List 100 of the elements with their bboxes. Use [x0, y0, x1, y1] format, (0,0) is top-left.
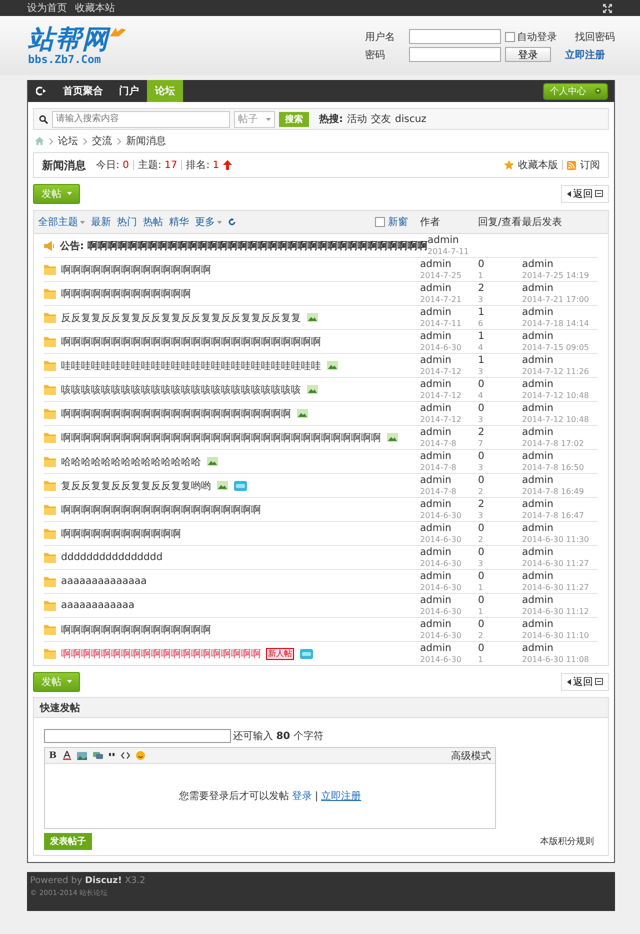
link-icon[interactable]	[92, 752, 103, 759]
last-poster[interactable]: admin	[522, 306, 554, 318]
editor[interactable]: B 高级模式 您需要登录后才可以发帖 登录 | 立即注册	[44, 747, 496, 829]
credit-rules-link[interactable]: 本版积分规则	[540, 835, 594, 848]
thread-title[interactable]: 啊啊啊啊啊啊啊啊啊啊啊啊啊啊啊啊啊啊啊啊	[61, 646, 261, 660]
image-icon[interactable]	[76, 752, 87, 760]
smiley-icon[interactable]	[136, 751, 145, 760]
nav-tab[interactable]: 门户	[111, 80, 147, 102]
author-name[interactable]: admin	[420, 546, 452, 558]
last-poster[interactable]: admin	[522, 378, 554, 390]
author-name[interactable]: admin	[420, 426, 452, 438]
last-poster[interactable]: admin	[522, 522, 554, 534]
username-field[interactable]	[409, 29, 501, 44]
post-date: 2014-6-30	[420, 582, 462, 592]
login-link[interactable]: 登录	[292, 789, 312, 803]
filter-link[interactable]: 更多	[195, 215, 222, 229]
thread-title[interactable]: 啊啊啊啊啊啊啊啊啊啊啊啊啊啊啊	[61, 622, 211, 636]
author-name[interactable]: admin	[420, 354, 452, 366]
author-name[interactable]: admin	[420, 378, 452, 390]
back-button[interactable]: 返回	[561, 184, 609, 202]
author-name[interactable]: admin	[420, 450, 452, 462]
register-link[interactable]: 立即注册	[321, 789, 362, 803]
top-link[interactable]: 设为首页	[27, 1, 67, 15]
announcement-title[interactable]: 公告: 啊啊啊啊啊啊啊啊啊啊啊啊啊啊啊啊啊啊啊啊啊啊啊啊啊啊啊啊啊啊啊啊啊啊	[60, 238, 428, 252]
quote-icon[interactable]	[108, 753, 115, 758]
thread-title[interactable]: aaaaaaaaaaaa	[61, 600, 135, 611]
search-field[interactable]: 请输入搜索内容	[52, 110, 230, 128]
filter-link[interactable]: 热门	[117, 215, 137, 229]
auto-login-checkbox[interactable]	[505, 32, 515, 42]
last-poster[interactable]: admin	[522, 450, 554, 462]
hot-search-link[interactable]: 交友	[371, 112, 391, 126]
author-name[interactable]: admin	[420, 618, 452, 630]
last-poster[interactable]: admin	[522, 330, 554, 342]
author-name[interactable]: admin	[420, 306, 452, 318]
filter-link[interactable]: 热帖	[143, 215, 163, 229]
thread-title[interactable]: 啊啊啊啊啊啊啊啊啊啊啊啊啊啊啊啊啊啊啊啊啊啊啊啊啊啊	[61, 334, 321, 348]
refresh-icon[interactable]	[228, 218, 236, 226]
author-name[interactable]: admin	[420, 402, 452, 414]
power-icon[interactable]	[36, 86, 47, 96]
thread-title[interactable]: dddddddddddddddd	[61, 552, 163, 563]
favorite-link[interactable]: 收藏本版	[518, 158, 558, 172]
thread-title[interactable]: 啊啊啊啊啊啊啊啊啊啊啊啊啊啊啊啊啊啊啊啊啊啊啊	[61, 406, 291, 420]
author-name[interactable]: admin	[420, 642, 452, 654]
author-name[interactable]: admin	[420, 570, 452, 582]
author-name[interactable]: admin	[420, 258, 452, 270]
thread-title[interactable]: 啊啊啊啊啊啊啊啊啊啊啊啊啊啊啊啊啊啊啊啊	[61, 502, 261, 516]
author-name[interactable]: admin	[420, 474, 452, 486]
thread-title[interactable]: 咳咳咳咳咳咳咳咳咳咳咳咳咳咳咳咳咳咳咳咳咳咳咳咳	[61, 382, 301, 396]
login-button[interactable]: 登录	[505, 47, 551, 62]
last-poster[interactable]: admin	[522, 282, 554, 294]
bold-tool[interactable]: B	[49, 750, 57, 760]
subject-field[interactable]	[44, 729, 231, 743]
filter-link[interactable]: 全部主题	[38, 215, 85, 229]
thread-title[interactable]: 啊啊啊啊啊啊啊啊啊啊啊啊	[61, 526, 181, 540]
author-name[interactable]: admin	[420, 282, 452, 294]
text-color-icon[interactable]	[62, 751, 71, 760]
last-poster[interactable]: admin	[522, 618, 554, 630]
last-poster[interactable]: admin	[522, 570, 554, 582]
thread-title[interactable]: 哈哈哈哈哈哈哈哈哈哈哈哈哈哈	[61, 454, 201, 468]
breadcrumb-link[interactable]: 论坛	[58, 134, 78, 148]
thread-title[interactable]: 反反复复反反复复反反复复反反复复反反复复反反复复	[61, 310, 301, 324]
filter-link[interactable]: 精华	[169, 215, 189, 229]
view-count: 3	[478, 414, 484, 424]
hot-search-link[interactable]: 活动	[347, 112, 367, 126]
last-poster[interactable]: admin	[522, 498, 554, 510]
last-poster[interactable]: admin	[522, 426, 554, 438]
thread-title[interactable]: 啊啊啊啊啊啊啊啊啊啊啊啊啊啊啊	[61, 262, 211, 276]
last-poster[interactable]: admin	[522, 474, 554, 486]
subscribe-link[interactable]: 订阅	[580, 158, 600, 172]
new-window-checkbox[interactable]	[375, 217, 385, 227]
author-name[interactable]: admin	[427, 234, 459, 246]
author-name[interactable]: admin	[420, 330, 452, 342]
register-link[interactable]: 立即注册	[565, 48, 615, 62]
top-link[interactable]: 收藏本站	[75, 1, 115, 15]
logo-text[interactable]: 站帮网	[28, 26, 109, 54]
author-name[interactable]: admin	[420, 522, 452, 534]
breadcrumb-link[interactable]: 新闻消息	[126, 134, 166, 148]
folder-icon	[44, 624, 56, 635]
code-icon[interactable]	[120, 752, 130, 759]
thread-title[interactable]: aaaaaaaaaaaaaa	[61, 576, 147, 587]
thread-title[interactable]: 啊啊啊啊啊啊啊啊啊啊啊啊啊啊啊啊啊啊啊啊啊啊啊啊啊啊啊啊啊啊啊啊	[61, 430, 381, 444]
thread-title[interactable]: 复反反复复反反复复反反复复哟哟	[61, 478, 211, 492]
thread-title[interactable]: 哇哇哇哇哇哇哇哇哇哇哇哇哇哇哇哇哇哇哇哇哇哇哇哇哇哇	[61, 358, 321, 372]
breadcrumb-link[interactable]: 交流	[92, 134, 112, 148]
last-poster[interactable]: admin	[522, 258, 554, 270]
last-poster[interactable]: admin	[522, 594, 554, 606]
last-poster[interactable]: admin	[522, 546, 554, 558]
author-name[interactable]: admin	[420, 594, 452, 606]
last-poster[interactable]: admin	[522, 402, 554, 414]
forgot-password-link[interactable]: 找回密码	[575, 30, 615, 44]
author-name[interactable]: admin	[420, 498, 452, 510]
advanced-mode-link[interactable]: 高级模式	[451, 748, 491, 762]
thread-title[interactable]: 啊啊啊啊啊啊啊啊啊啊啊啊啊	[61, 286, 191, 300]
nav-tab[interactable]: 首页聚合	[55, 80, 111, 102]
back-button[interactable]: 返回	[561, 672, 609, 690]
password-field[interactable]	[409, 47, 501, 62]
filter-link[interactable]: 最新	[91, 215, 111, 229]
hot-search-link[interactable]: discuz	[395, 114, 426, 124]
last-poster[interactable]: admin	[522, 642, 554, 654]
last-poster[interactable]: admin	[522, 354, 554, 366]
